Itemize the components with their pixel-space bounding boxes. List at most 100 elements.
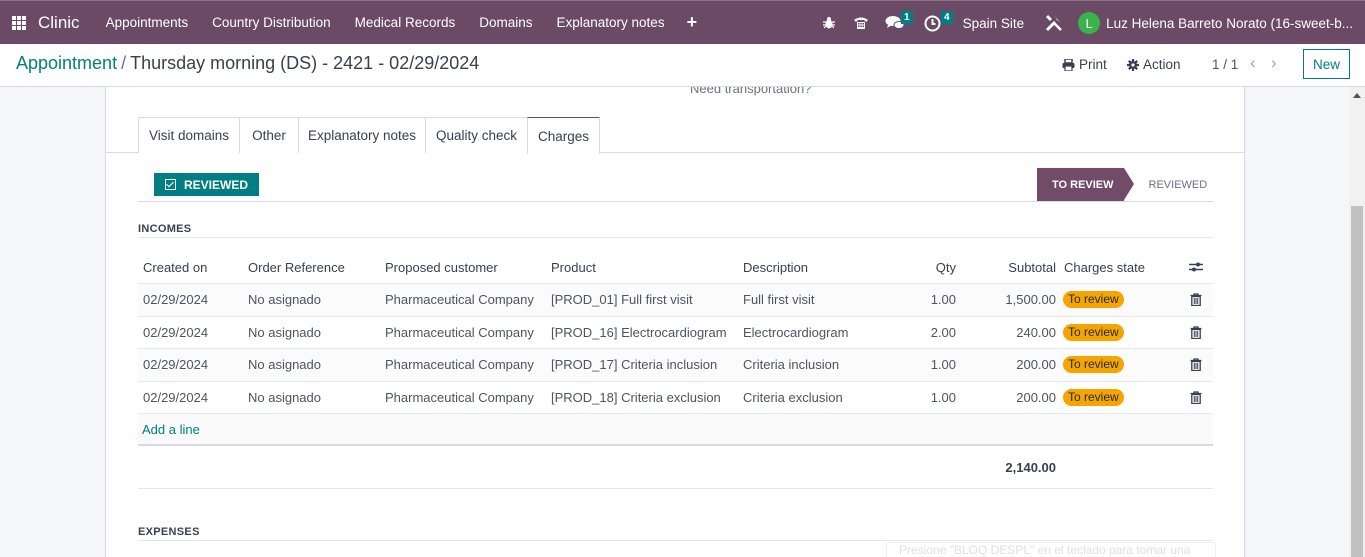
tools-icon[interactable]: [1038, 1, 1070, 45]
cell-created-on[interactable]: 02/29/2024: [143, 382, 208, 414]
breadcrumb: Appointment / Thursday morning (DS) - 2421…: [16, 53, 479, 74]
cell-order-reference[interactable]: No asignado: [248, 382, 321, 414]
col-product[interactable]: Product: [551, 251, 596, 283]
pager-value[interactable]: 1 / 1: [1212, 57, 1238, 72]
add-line-link[interactable]: Add a line: [142, 414, 200, 444]
pager-prev-button[interactable]: ‹: [1250, 53, 1256, 73]
cell-order-reference[interactable]: No asignado: [248, 284, 321, 316]
plus-icon[interactable]: +: [677, 12, 708, 33]
avatar[interactable]: L: [1078, 12, 1101, 34]
tab-other[interactable]: Other: [239, 117, 299, 153]
cell-subtotal[interactable]: 240.00: [978, 317, 1056, 349]
bug-icon[interactable]: [813, 1, 845, 45]
activities-count-badge: 4: [941, 11, 953, 24]
cell-subtotal[interactable]: 200.00: [978, 382, 1056, 414]
add-line-row: Add a line: [138, 414, 1213, 446]
cell-product[interactable]: [PROD_16] Electrocardiogram: [551, 317, 727, 349]
cell-proposed-customer[interactable]: Pharmaceutical Company: [385, 382, 534, 414]
cell-proposed-customer[interactable]: Pharmaceutical Company: [385, 284, 534, 316]
checkbox-icon: [164, 179, 176, 190]
status-badge: To review: [1063, 356, 1124, 374]
status-bar: TO REVIEW REVIEWED: [1037, 168, 1207, 201]
breadcrumb-parent-link[interactable]: Appointment: [16, 53, 117, 73]
cell-subtotal[interactable]: 200.00: [978, 349, 1056, 381]
table-row[interactable]: 02/29/2024 No asignado Pharmaceutical Comp…: [138, 349, 1213, 382]
table-row[interactable]: 02/29/2024 No asignado Pharmaceutical Comp…: [138, 316, 1213, 349]
cell-created-on[interactable]: 02/29/2024: [143, 317, 208, 349]
cell-description[interactable]: Criteria inclusion: [743, 349, 839, 381]
app-brand[interactable]: Clinic: [38, 13, 80, 33]
cell-order-reference[interactable]: No asignado: [248, 317, 321, 349]
user-menu[interactable]: Luz Helena Barreto Norato (16-sweet-b...: [1106, 16, 1365, 31]
tab-charges[interactable]: Charges: [527, 117, 600, 154]
cell-order-reference[interactable]: No asignado: [248, 349, 321, 381]
menu-appointments[interactable]: Appointments: [94, 15, 201, 30]
cell-proposed-customer[interactable]: Pharmaceutical Company: [385, 317, 534, 349]
tab-explanatory-notes[interactable]: Explanatory notes: [298, 117, 426, 153]
form-sheet: Need transportation? Visit domains Other…: [105, 87, 1245, 557]
table-row[interactable]: 02/29/2024 No asignado Pharmaceutical Comp…: [138, 381, 1213, 414]
action-button[interactable]: Action: [1127, 57, 1181, 72]
col-qty[interactable]: Qty: [908, 251, 956, 283]
cell-description[interactable]: Full first visit: [743, 284, 815, 316]
cell-product[interactable]: [PROD_01] Full first visit: [551, 284, 693, 316]
breadcrumb-current: Thursday morning (DS) - 2421 - 02/29/202…: [130, 53, 480, 73]
cell-subtotal[interactable]: 1,500.00: [978, 284, 1056, 316]
menu-explanatory-notes[interactable]: Explanatory notes: [545, 15, 677, 30]
cell-description[interactable]: Electrocardiogram: [743, 317, 849, 349]
table-row[interactable]: 02/29/2024 No asignado Pharmaceutical Comp…: [138, 284, 1213, 317]
cell-charges-state: To review: [1063, 284, 1124, 316]
chat-icon[interactable]: 1: [877, 1, 913, 45]
trash-icon[interactable]: [1190, 284, 1202, 316]
trash-icon[interactable]: [1190, 382, 1202, 414]
cell-proposed-customer[interactable]: Pharmaceutical Company: [385, 349, 534, 381]
col-charges-state[interactable]: Charges state: [1064, 251, 1145, 283]
cell-qty[interactable]: 2.00: [908, 317, 956, 349]
notebook-tabs: Visit domains Other Explanatory notes Qu…: [106, 117, 1244, 154]
col-order-reference[interactable]: Order Reference: [248, 251, 345, 283]
clock-icon[interactable]: 4: [913, 1, 953, 45]
scrollbar-thumb[interactable]: [1351, 206, 1363, 557]
menu-medical-records[interactable]: Medical Records: [343, 15, 468, 30]
action-label: Action: [1143, 57, 1181, 72]
cell-product[interactable]: [PROD_17] Criteria inclusion: [551, 349, 717, 381]
gear-icon: [1127, 58, 1139, 71]
cell-qty[interactable]: 1.00: [908, 382, 956, 414]
trash-icon[interactable]: [1190, 349, 1202, 381]
reviewed-button-label: REVIEWED: [183, 177, 248, 192]
status-badge: To review: [1063, 291, 1124, 309]
phone-icon[interactable]: [845, 1, 877, 45]
incomes-table: Created on Order Reference Proposed cust…: [138, 251, 1213, 489]
cell-product[interactable]: [PROD_18] Criteria exclusion: [551, 382, 721, 414]
col-proposed-customer[interactable]: Proposed customer: [385, 251, 498, 283]
col-description[interactable]: Description: [743, 251, 808, 283]
pager-next-button[interactable]: ›: [1271, 53, 1277, 73]
tab-visit-domains[interactable]: Visit domains: [138, 117, 240, 153]
print-button[interactable]: Print: [1062, 57, 1107, 72]
status-badge: To review: [1063, 388, 1124, 406]
col-subtotal[interactable]: Subtotal: [978, 251, 1056, 283]
status-badge: To review: [1063, 323, 1124, 341]
cell-description[interactable]: Criteria exclusion: [743, 382, 843, 414]
total-row: 2,140.00: [138, 446, 1213, 489]
status-divider: [138, 201, 1213, 202]
vertical-scrollbar[interactable]: [1349, 87, 1365, 557]
cell-created-on[interactable]: 02/29/2024: [143, 349, 208, 381]
tab-quality-check[interactable]: Quality check: [425, 117, 528, 153]
cell-created-on[interactable]: 02/29/2024: [143, 284, 208, 316]
scroll-up-arrow-icon[interactable]: [1353, 93, 1361, 98]
menu-domains[interactable]: Domains: [467, 15, 544, 30]
trash-icon[interactable]: [1190, 317, 1202, 349]
apps-grid-icon[interactable]: [12, 15, 26, 30]
column-settings-icon[interactable]: [1189, 251, 1203, 283]
cell-qty[interactable]: 1.00: [908, 284, 956, 316]
stage-reviewed[interactable]: REVIEWED: [1124, 179, 1208, 191]
reviewed-button[interactable]: REVIEWED: [154, 173, 259, 196]
site-switcher[interactable]: Spain Site: [953, 16, 1039, 31]
new-button[interactable]: New: [1303, 49, 1350, 79]
menu-country-distribution[interactable]: Country Distribution: [200, 15, 343, 30]
col-created-on[interactable]: Created on: [143, 251, 207, 283]
stage-to-review[interactable]: TO REVIEW: [1037, 168, 1134, 201]
need-transportation-label: Need transportation?: [690, 87, 812, 96]
cell-qty[interactable]: 1.00: [908, 349, 956, 381]
